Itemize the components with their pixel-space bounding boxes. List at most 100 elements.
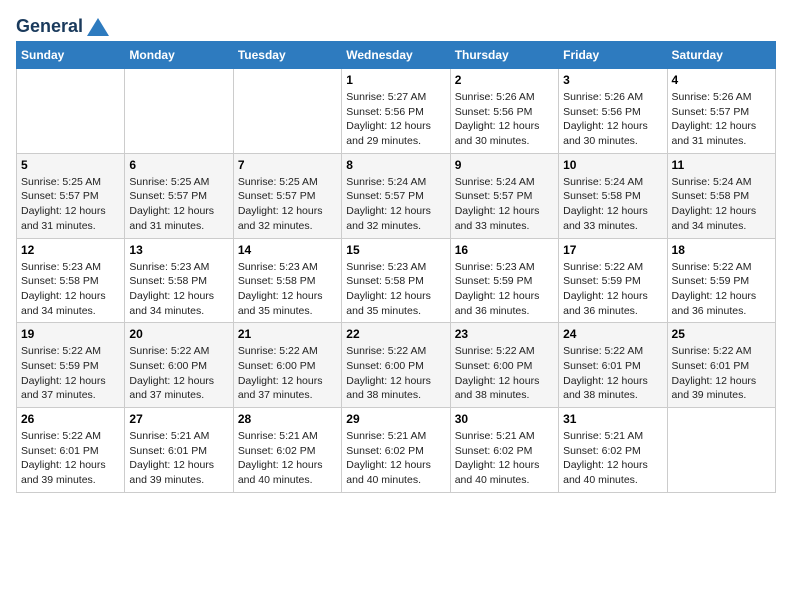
calendar-cell: 11 Sunrise: 5:24 AMSunset: 5:58 PMDayligh… — [667, 153, 775, 238]
calendar-week-row: 5 Sunrise: 5:25 AMSunset: 5:57 PMDaylight… — [17, 153, 776, 238]
day-info: Sunrise: 5:25 AMSunset: 5:57 PMDaylight:… — [129, 175, 228, 234]
calendar-cell — [17, 69, 125, 154]
calendar-cell: 18 Sunrise: 5:22 AMSunset: 5:59 PMDayligh… — [667, 238, 775, 323]
day-number: 8 — [346, 158, 445, 172]
day-info: Sunrise: 5:23 AMSunset: 5:58 PMDaylight:… — [238, 260, 337, 319]
day-info: Sunrise: 5:22 AMSunset: 6:01 PMDaylight:… — [563, 344, 662, 403]
weekday-header: Wednesday — [342, 42, 450, 69]
page-header: General — [16, 16, 776, 33]
logo-icon — [87, 18, 109, 36]
day-info: Sunrise: 5:22 AMSunset: 6:01 PMDaylight:… — [672, 344, 771, 403]
day-info: Sunrise: 5:22 AMSunset: 5:59 PMDaylight:… — [672, 260, 771, 319]
day-info: Sunrise: 5:21 AMSunset: 6:02 PMDaylight:… — [563, 429, 662, 488]
day-info: Sunrise: 5:25 AMSunset: 5:57 PMDaylight:… — [21, 175, 120, 234]
day-number: 3 — [563, 73, 662, 87]
day-number: 20 — [129, 327, 228, 341]
calendar-cell — [125, 69, 233, 154]
weekday-header: Tuesday — [233, 42, 341, 69]
calendar-cell — [667, 408, 775, 493]
calendar-cell: 1 Sunrise: 5:27 AMSunset: 5:56 PMDaylight… — [342, 69, 450, 154]
calendar-cell: 9 Sunrise: 5:24 AMSunset: 5:57 PMDaylight… — [450, 153, 558, 238]
day-info: Sunrise: 5:22 AMSunset: 6:01 PMDaylight:… — [21, 429, 120, 488]
calendar-week-row: 1 Sunrise: 5:27 AMSunset: 5:56 PMDaylight… — [17, 69, 776, 154]
calendar-cell: 29Sunrise: 5:21 AMSunset: 6:02 PMDayligh… — [342, 408, 450, 493]
calendar-cell: 16Sunrise: 5:23 AMSunset: 5:59 PMDayligh… — [450, 238, 558, 323]
day-number: 27 — [129, 412, 228, 426]
day-info: Sunrise: 5:27 AMSunset: 5:56 PMDaylight:… — [346, 90, 445, 149]
day-info: Sunrise: 5:23 AMSunset: 5:58 PMDaylight:… — [21, 260, 120, 319]
calendar-cell: 23 Sunrise: 5:22 AMSunset: 6:00 PMDayligh… — [450, 323, 558, 408]
day-number: 28 — [238, 412, 337, 426]
day-info: Sunrise: 5:23 AMSunset: 5:58 PMDaylight:… — [129, 260, 228, 319]
day-number: 13 — [129, 243, 228, 257]
day-number: 1 — [346, 73, 445, 87]
calendar-cell: 6 Sunrise: 5:25 AMSunset: 5:57 PMDaylight… — [125, 153, 233, 238]
day-info: Sunrise: 5:21 AMSunset: 6:02 PMDaylight:… — [238, 429, 337, 488]
day-info: Sunrise: 5:22 AMSunset: 6:00 PMDaylight:… — [129, 344, 228, 403]
calendar-week-row: 12 Sunrise: 5:23 AMSunset: 5:58 PMDayligh… — [17, 238, 776, 323]
day-number: 12 — [21, 243, 120, 257]
day-number: 31 — [563, 412, 662, 426]
day-number: 19 — [21, 327, 120, 341]
day-number: 6 — [129, 158, 228, 172]
day-number: 22 — [346, 327, 445, 341]
day-number: 26 — [21, 412, 120, 426]
day-number: 9 — [455, 158, 554, 172]
calendar-cell — [233, 69, 341, 154]
day-number: 14 — [238, 243, 337, 257]
day-info: Sunrise: 5:26 AMSunset: 5:56 PMDaylight:… — [563, 90, 662, 149]
day-number: 4 — [672, 73, 771, 87]
day-info: Sunrise: 5:22 AMSunset: 5:59 PMDaylight:… — [21, 344, 120, 403]
weekday-header-row: SundayMondayTuesdayWednesdayThursdayFrid… — [17, 42, 776, 69]
day-info: Sunrise: 5:25 AMSunset: 5:57 PMDaylight:… — [238, 175, 337, 234]
logo: General — [16, 16, 109, 33]
day-info: Sunrise: 5:22 AMSunset: 6:00 PMDaylight:… — [238, 344, 337, 403]
day-info: Sunrise: 5:24 AMSunset: 5:57 PMDaylight:… — [346, 175, 445, 234]
day-info: Sunrise: 5:21 AMSunset: 6:02 PMDaylight:… — [346, 429, 445, 488]
weekday-header: Friday — [559, 42, 667, 69]
day-number: 11 — [672, 158, 771, 172]
calendar-cell: 24Sunrise: 5:22 AMSunset: 6:01 PMDayligh… — [559, 323, 667, 408]
day-info: Sunrise: 5:21 AMSunset: 6:01 PMDaylight:… — [129, 429, 228, 488]
day-info: Sunrise: 5:23 AMSunset: 5:59 PMDaylight:… — [455, 260, 554, 319]
calendar-cell: 3 Sunrise: 5:26 AMSunset: 5:56 PMDaylight… — [559, 69, 667, 154]
day-info: Sunrise: 5:26 AMSunset: 5:56 PMDaylight:… — [455, 90, 554, 149]
day-info: Sunrise: 5:26 AMSunset: 5:57 PMDaylight:… — [672, 90, 771, 149]
day-number: 21 — [238, 327, 337, 341]
calendar-table: SundayMondayTuesdayWednesdayThursdayFrid… — [16, 41, 776, 493]
calendar-cell: 4 Sunrise: 5:26 AMSunset: 5:57 PMDaylight… — [667, 69, 775, 154]
calendar-cell: 30Sunrise: 5:21 AMSunset: 6:02 PMDayligh… — [450, 408, 558, 493]
calendar-cell: 17Sunrise: 5:22 AMSunset: 5:59 PMDayligh… — [559, 238, 667, 323]
day-info: Sunrise: 5:24 AMSunset: 5:58 PMDaylight:… — [672, 175, 771, 234]
weekday-header: Monday — [125, 42, 233, 69]
calendar-cell: 21 Sunrise: 5:22 AMSunset: 6:00 PMDayligh… — [233, 323, 341, 408]
calendar-cell: 2 Sunrise: 5:26 AMSunset: 5:56 PMDaylight… — [450, 69, 558, 154]
calendar-cell: 5 Sunrise: 5:25 AMSunset: 5:57 PMDaylight… — [17, 153, 125, 238]
day-number: 2 — [455, 73, 554, 87]
day-info: Sunrise: 5:22 AMSunset: 6:00 PMDaylight:… — [346, 344, 445, 403]
day-number: 5 — [21, 158, 120, 172]
day-info: Sunrise: 5:24 AMSunset: 5:58 PMDaylight:… — [563, 175, 662, 234]
calendar-cell: 10 Sunrise: 5:24 AMSunset: 5:58 PMDayligh… — [559, 153, 667, 238]
calendar-cell: 25Sunrise: 5:22 AMSunset: 6:01 PMDayligh… — [667, 323, 775, 408]
day-info: Sunrise: 5:23 AMSunset: 5:58 PMDaylight:… — [346, 260, 445, 319]
weekday-header: Thursday — [450, 42, 558, 69]
logo-general: General — [16, 16, 83, 37]
calendar-cell: 15 Sunrise: 5:23 AMSunset: 5:58 PMDayligh… — [342, 238, 450, 323]
calendar-cell: 26 Sunrise: 5:22 AMSunset: 6:01 PMDayligh… — [17, 408, 125, 493]
calendar-week-row: 19 Sunrise: 5:22 AMSunset: 5:59 PMDayligh… — [17, 323, 776, 408]
day-number: 10 — [563, 158, 662, 172]
day-info: Sunrise: 5:24 AMSunset: 5:57 PMDaylight:… — [455, 175, 554, 234]
calendar-cell: 14 Sunrise: 5:23 AMSunset: 5:58 PMDayligh… — [233, 238, 341, 323]
day-number: 18 — [672, 243, 771, 257]
day-number: 23 — [455, 327, 554, 341]
day-number: 17 — [563, 243, 662, 257]
calendar-cell: 12 Sunrise: 5:23 AMSunset: 5:58 PMDayligh… — [17, 238, 125, 323]
weekday-header: Saturday — [667, 42, 775, 69]
calendar-cell: 27 Sunrise: 5:21 AMSunset: 6:01 PMDayligh… — [125, 408, 233, 493]
day-info: Sunrise: 5:21 AMSunset: 6:02 PMDaylight:… — [455, 429, 554, 488]
day-number: 15 — [346, 243, 445, 257]
calendar-cell: 22 Sunrise: 5:22 AMSunset: 6:00 PMDayligh… — [342, 323, 450, 408]
calendar-cell: 8 Sunrise: 5:24 AMSunset: 5:57 PMDaylight… — [342, 153, 450, 238]
day-info: Sunrise: 5:22 AMSunset: 6:00 PMDaylight:… — [455, 344, 554, 403]
